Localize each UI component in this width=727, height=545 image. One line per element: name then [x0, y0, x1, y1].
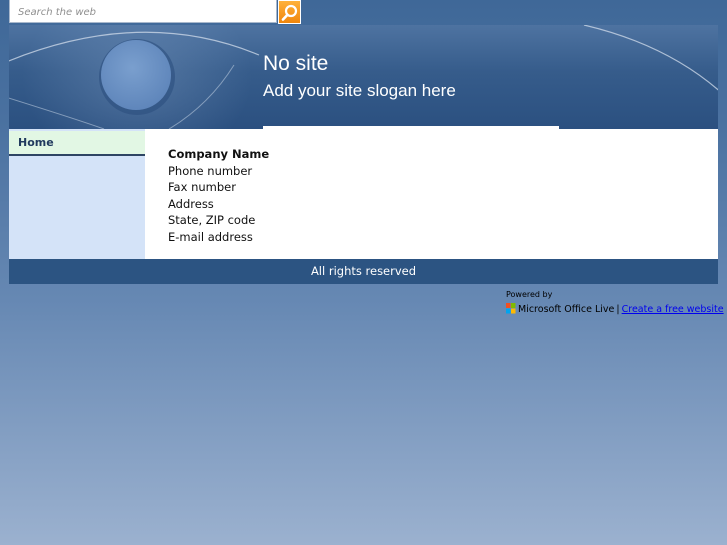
phone-number: Phone number: [168, 163, 253, 178]
site-title: No site: [263, 52, 329, 75]
search-bar: [9, 0, 301, 25]
address: Address: [168, 196, 214, 211]
main-content: Home Company Name Phone number Fax numbe…: [9, 129, 718, 259]
fax-number: Fax number: [168, 180, 236, 194]
footer-bar: All rights reserved: [9, 259, 718, 284]
nav-item-home[interactable]: Home: [9, 131, 145, 156]
magnifier-icon: [281, 4, 298, 21]
company-name: Company Name: [168, 147, 270, 161]
office-live-label: Microsoft Office Live: [518, 304, 615, 315]
create-free-website-link[interactable]: Create a free website: [622, 304, 724, 315]
search-input[interactable]: [9, 0, 277, 23]
banner-decoration: [9, 25, 718, 129]
search-button[interactable]: [278, 0, 301, 24]
powered-by-label: Powered by: [506, 290, 553, 299]
powered-by: Powered by Microsoft Office Live | Create …: [506, 290, 724, 316]
email-address: E-mail address: [168, 229, 253, 244]
site-slogan: Add your site slogan here: [263, 81, 456, 100]
header-banner: No site Add your site slogan here: [9, 25, 718, 129]
powered-separator: |: [616, 304, 620, 315]
office-live-logo-icon: [506, 303, 516, 314]
contact-block: Company Name Phone number Fax number Add…: [168, 146, 269, 245]
state-zip: State, ZIP code: [168, 213, 256, 227]
sidebar: Home: [9, 129, 145, 259]
footer-rights: All rights reserved: [310, 264, 417, 278]
powered-by-row: Microsoft Office Live | Create a free webs…: [506, 303, 724, 316]
